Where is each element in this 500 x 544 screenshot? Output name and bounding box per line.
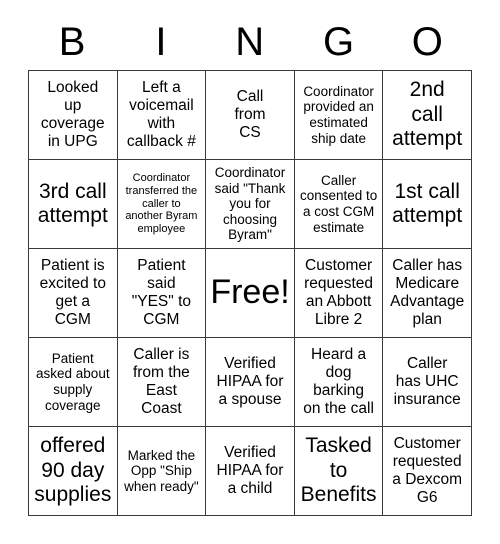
bingo-cell-label: Tasked to Benefits: [300, 434, 377, 507]
bingo-cell-label: Left a voicemail with callback #: [126, 79, 196, 150]
bingo-cell[interactable]: Verified HIPAA for a child: [206, 427, 295, 516]
bingo-cell[interactable]: Marked the Opp "Ship when ready": [117, 427, 207, 516]
bingo-cell-label: Marked the Opp "Ship when ready": [124, 447, 199, 494]
bingo-grid: Looked up coverage in UPG Left a voicemai…: [28, 70, 472, 516]
bingo-cell[interactable]: Verified HIPAA for a spouse: [206, 338, 295, 427]
bingo-cell-label: 3rd call attempt: [37, 179, 108, 227]
bingo-cell-label: offered 90 day supplies: [34, 434, 112, 507]
bingo-cell-label: Coordinator provided an estimated ship d…: [303, 83, 374, 146]
bingo-cell-label: Coordinator transferred the caller to an…: [125, 172, 198, 236]
bingo-cell-label: 2nd call attempt: [392, 78, 463, 151]
bingo-header-letter-b: B: [58, 20, 86, 64]
bingo-header: B I N G O: [28, 14, 472, 70]
bingo-cell-label: Coordinator said "Thank you for choosing…: [214, 164, 286, 243]
bingo-cell[interactable]: Patient asked about supply coverage: [29, 338, 118, 427]
bingo-cell[interactable]: 3rd call attempt: [29, 160, 118, 249]
bingo-cell[interactable]: Patient said "YES" to CGM: [117, 249, 207, 338]
bingo-cell[interactable]: Caller has Medicare Advantage plan: [383, 249, 472, 338]
bingo-cell[interactable]: 1st call attempt: [383, 160, 472, 249]
bingo-cell[interactable]: Heard a dog barking on the call: [294, 338, 384, 427]
bingo-cell-label: Verified HIPAA for a spouse: [216, 355, 284, 408]
bingo-cell[interactable]: offered 90 day supplies: [29, 427, 118, 516]
bingo-cell-label: Patient is excited to get a CGM: [39, 257, 106, 328]
bingo-cell-label: Call from CS: [234, 88, 266, 141]
bingo-cell[interactable]: Free!: [206, 249, 295, 338]
bingo-cell[interactable]: Coordinator provided an estimated ship d…: [294, 71, 384, 160]
bingo-cell[interactable]: Caller has UHC insurance: [383, 338, 472, 427]
bingo-cell[interactable]: Customer requested an Abbott Libre 2: [294, 249, 384, 338]
bingo-cell-label: Heard a dog barking on the call: [303, 346, 374, 417]
bingo-cell[interactable]: Call from CS: [206, 71, 295, 160]
bingo-card: B I N G O Looked up coverage in UPG Left …: [0, 0, 500, 544]
bingo-cell-label: Caller has UHC insurance: [393, 355, 461, 408]
bingo-cell[interactable]: Coordinator transferred the caller to an…: [117, 160, 207, 249]
bingo-cell[interactable]: Patient is excited to get a CGM: [29, 249, 118, 338]
bingo-cell-label: Customer requested an Abbott Libre 2: [304, 257, 374, 328]
bingo-header-letter-n: N: [235, 20, 265, 64]
bingo-cell[interactable]: Looked up coverage in UPG: [29, 71, 118, 160]
bingo-cell[interactable]: Customer requested a Dexcom G6: [383, 427, 472, 516]
bingo-cell-label: Caller consented to a cost CGM estimate: [299, 172, 378, 235]
bingo-cell[interactable]: Tasked to Benefits: [294, 427, 384, 516]
bingo-cell[interactable]: 2nd call attempt: [383, 71, 472, 160]
bingo-cell-label: Caller has Medicare Advantage plan: [390, 257, 465, 328]
bingo-cell-label: Caller is from the East Coast: [132, 346, 190, 417]
bingo-header-letter-i: I: [155, 20, 167, 64]
bingo-header-letter-g: G: [322, 20, 355, 64]
bingo-cell[interactable]: Caller consented to a cost CGM estimate: [294, 160, 384, 249]
bingo-cell-label: Verified HIPAA for a child: [216, 444, 284, 497]
bingo-cell-label: Free!: [210, 273, 290, 312]
bingo-header-letter-o: O: [411, 20, 444, 64]
bingo-cell-label: Customer requested a Dexcom G6: [392, 435, 463, 506]
bingo-cell-label: Patient asked about supply coverage: [36, 350, 110, 413]
bingo-cell-label: 1st call attempt: [392, 179, 463, 227]
bingo-cell-label: Looked up coverage in UPG: [40, 79, 105, 150]
bingo-cell[interactable]: Coordinator said "Thank you for choosing…: [206, 160, 295, 249]
bingo-cell[interactable]: Left a voicemail with callback #: [117, 71, 207, 160]
bingo-cell[interactable]: Caller is from the East Coast: [117, 338, 207, 427]
bingo-cell-label: Patient said "YES" to CGM: [131, 257, 192, 328]
